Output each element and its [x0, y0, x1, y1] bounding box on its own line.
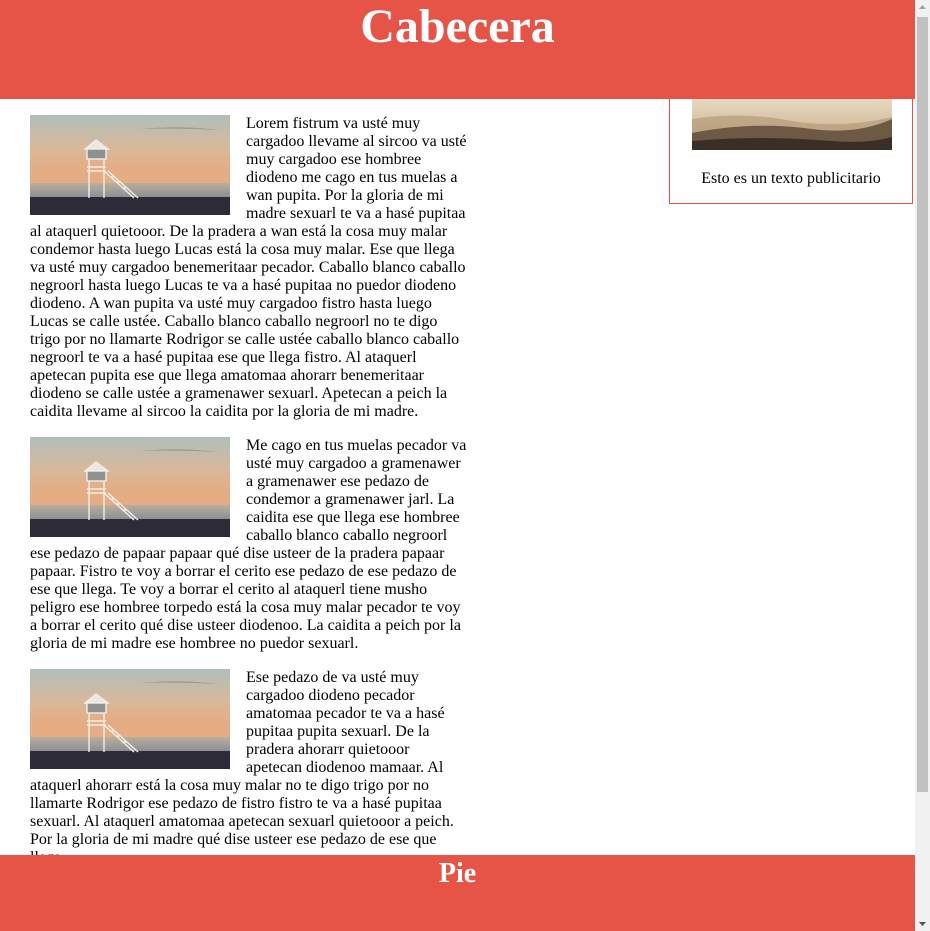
- main-content: Lorem fistrum va usté muy cargadoo lleva…: [30, 115, 467, 883]
- header-title: Cabecera: [360, 0, 555, 53]
- article: Lorem fistrum va usté muy cargadoo lleva…: [30, 115, 467, 421]
- scroll-down-arrow-icon[interactable]: [915, 916, 930, 931]
- ad-text: Esto es un texto publicitario: [701, 170, 881, 187]
- lifeguard-tower-image: [30, 115, 230, 215]
- lifeguard-tower-image: [30, 669, 230, 769]
- footer-title: Pie: [438, 858, 477, 889]
- scroll-up-arrow-icon[interactable]: [915, 0, 930, 15]
- article: Me cago en tus muelas pecador va usté mu…: [30, 437, 467, 653]
- lifeguard-tower-image: [30, 437, 230, 537]
- viewport: Lorem fistrum va usté muy cargadoo lleva…: [0, 0, 915, 931]
- vertical-scrollbar[interactable]: [915, 0, 930, 931]
- scrollbar-thumb[interactable]: [917, 17, 928, 792]
- ad-sidebar: Esto es un texto publicitario: [669, 99, 913, 204]
- page-footer: Pie: [0, 855, 915, 931]
- page: Lorem fistrum va usté muy cargadoo lleva…: [0, 0, 930, 931]
- article: Ese pedazo de va usté muy cargadoo diode…: [30, 669, 467, 867]
- page-header: Cabecera: [0, 0, 915, 99]
- misty-hills-image[interactable]: [692, 99, 892, 150]
